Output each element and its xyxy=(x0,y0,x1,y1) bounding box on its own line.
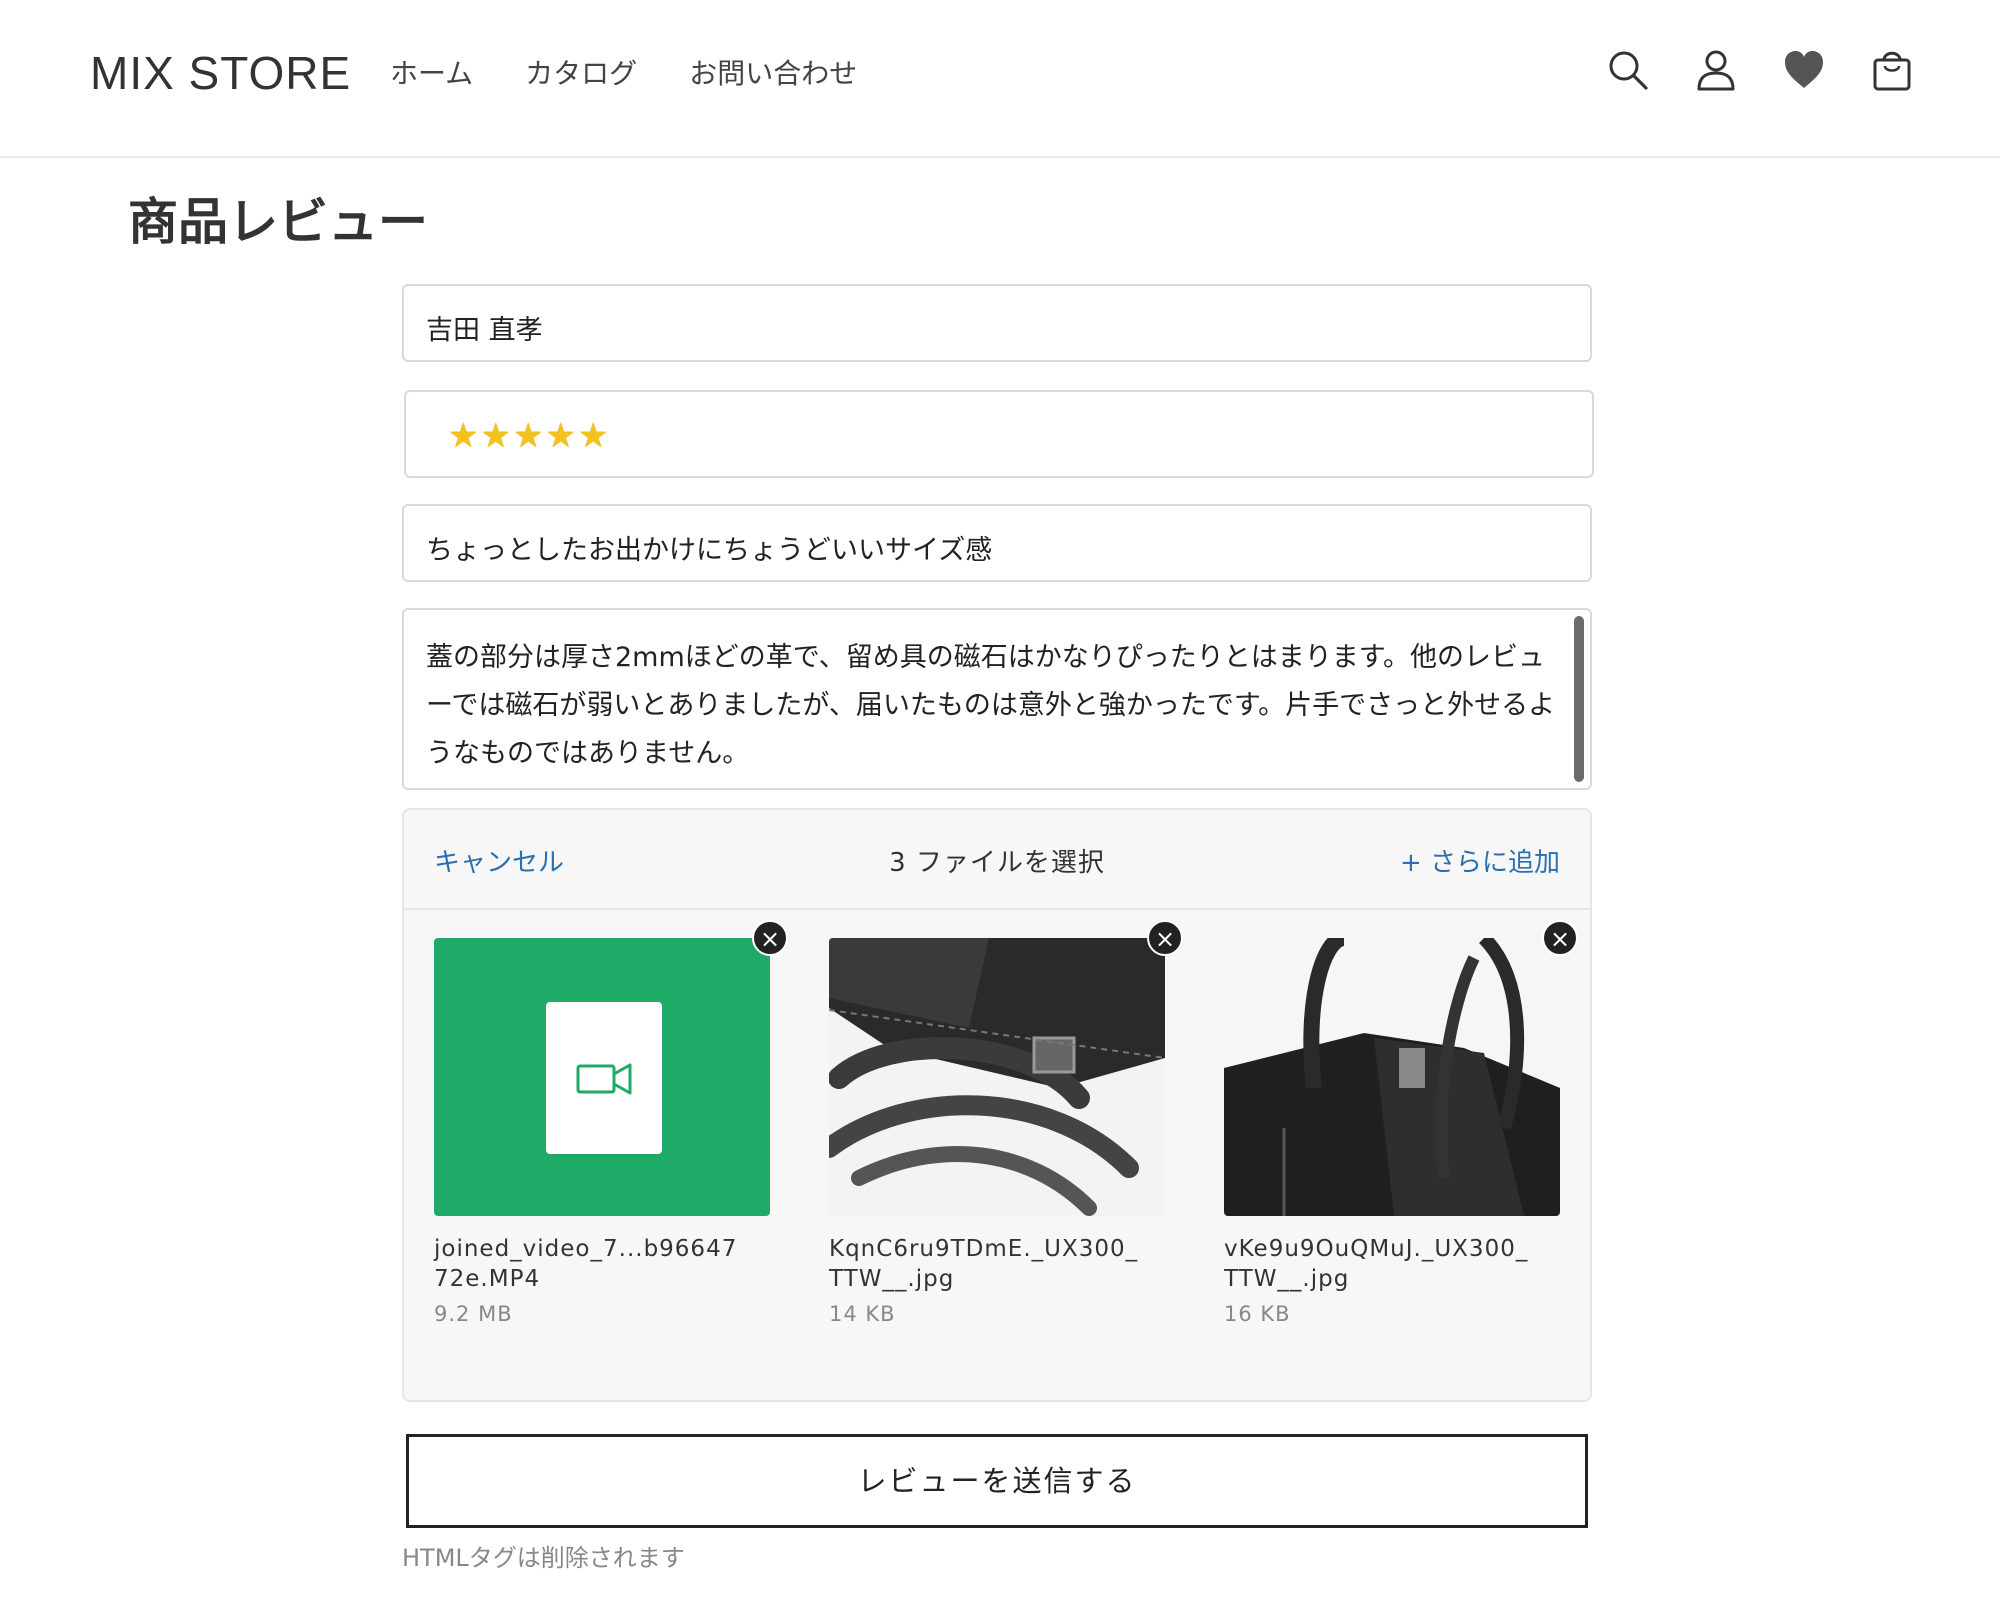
remove-file-button[interactable]: × xyxy=(752,920,788,956)
heart-icon[interactable] xyxy=(1782,48,1823,94)
review-body-textarea[interactable]: 蓋の部分は厚さ2mmほどの革で、留め具の磁石はかなりぴったりとはまります。他のレ… xyxy=(402,608,1592,790)
nav-home[interactable]: ホーム xyxy=(390,52,473,92)
submit-review-button[interactable]: レビューを送信する xyxy=(406,1434,1588,1528)
store-logo[interactable]: MIX STORE xyxy=(90,46,351,100)
upload-toolbar: キャンセル 3 ファイルを選択 + さらに追加 xyxy=(404,810,1590,910)
main-nav: ホーム カタログ お問い合わせ xyxy=(390,52,857,92)
image-thumbnail xyxy=(1224,938,1560,1216)
review-title-value: ちょっとしたお出かけにちょうどいいサイズ感 xyxy=(426,535,993,566)
account-icon[interactable] xyxy=(1694,48,1735,94)
file-tile: × KqnC6ru9TDmE._UX300_ TTW__.jpg 14 KB xyxy=(829,920,1183,1326)
file-size: 9.2 MB xyxy=(434,1302,513,1326)
reviewer-name-input[interactable]: 吉田 直孝 xyxy=(402,284,1592,362)
star-icon: ★ xyxy=(512,416,544,456)
video-card xyxy=(546,1002,662,1154)
star-icon: ★ xyxy=(448,416,479,456)
file-name: vKe9u9OuQMuJ._UX300_ TTW__.jpg xyxy=(1224,1234,1560,1294)
file-name-text: vKe9u9OuQMuJ._UX300_ TTW__.jpg xyxy=(1224,1236,1529,1292)
textarea-scrollbar[interactable] xyxy=(1574,616,1584,782)
video-camera-icon xyxy=(576,1063,632,1095)
file-size: 14 KB xyxy=(829,1302,896,1326)
file-tile: × vKe9u9OuQMuJ._UX300_ TTW__.jpg 16 KB xyxy=(1224,920,1578,1326)
review-title-input[interactable]: ちょっとしたお出かけにちょうどいいサイズ感 xyxy=(402,504,1592,582)
reviewer-name-value: 吉田 直孝 xyxy=(426,315,543,346)
file-size: 16 KB xyxy=(1224,1302,1291,1326)
file-tile: × joined_video_7...b96647 72e.MP4 9.2 MB xyxy=(434,920,788,1326)
site-header: MIX STORE ホーム カタログ お問い合わせ xyxy=(0,0,2000,158)
star-icon: ★ xyxy=(480,416,511,456)
file-upload-panel: キャンセル 3 ファイルを選択 + さらに追加 × joined_video_7… xyxy=(402,808,1592,1402)
file-name: KqnC6ru9TDmE._UX300_ TTW__.jpg xyxy=(829,1234,1165,1294)
remove-file-button[interactable]: × xyxy=(1147,920,1183,956)
cart-icon[interactable] xyxy=(1870,48,1911,94)
bag-photo xyxy=(829,938,1165,1216)
star-rating: ★ ★ ★ ★ ★ xyxy=(448,416,608,456)
file-name-text: joined_video_7...b96647 72e.MP4 xyxy=(434,1236,738,1292)
rating-select[interactable]: ★ ★ ★ ★ ★ xyxy=(404,390,1594,478)
star-icon: ★ xyxy=(545,416,576,456)
video-thumbnail xyxy=(434,938,770,1216)
header-icons xyxy=(1606,48,1911,94)
html-notice: HTMLタグは削除されます xyxy=(402,1544,685,1572)
image-thumbnail xyxy=(829,938,1165,1216)
review-body-value: 蓋の部分は厚さ2mmほどの革で、留め具の磁石はかなりぴったりとはまります。他のレ… xyxy=(426,642,1556,769)
star-icon: ★ xyxy=(577,416,609,456)
bag-photo xyxy=(1224,938,1560,1216)
page-title: 商品レビュー xyxy=(128,193,428,251)
nav-catalog[interactable]: カタログ xyxy=(525,52,637,92)
search-icon[interactable] xyxy=(1606,48,1648,94)
file-name-text: KqnC6ru9TDmE._UX300_ TTW__.jpg xyxy=(829,1236,1139,1292)
file-name: joined_video_7...b96647 72e.MP4 xyxy=(434,1234,770,1294)
add-more-files-button[interactable]: + さらに追加 xyxy=(1400,842,1560,879)
remove-file-button[interactable]: × xyxy=(1542,920,1578,956)
nav-contact[interactable]: お問い合わせ xyxy=(689,52,857,92)
